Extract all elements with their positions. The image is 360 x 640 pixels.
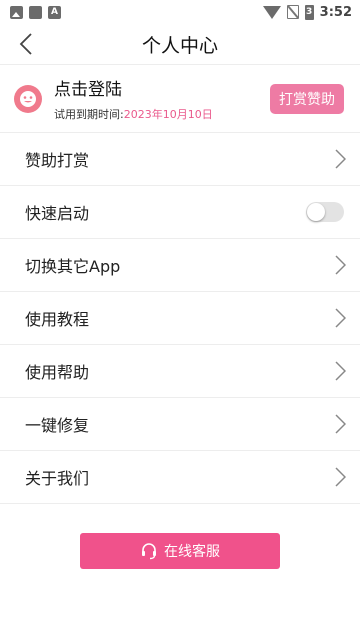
menu-list: 赞助打赏 快速启动 切换其它App 使用教程 使用帮助 一键修复 关于我们 (0, 133, 360, 504)
chevron-right-icon (335, 308, 346, 328)
trial-info: 试用到期时间:2023年10月10日 (54, 106, 270, 122)
menu-item-help[interactable]: 使用帮助 (0, 345, 360, 398)
profile-info: 点击登陆 试用到期时间:2023年10月10日 (54, 75, 270, 122)
back-button[interactable] (14, 32, 38, 56)
status-bar-left: A (10, 5, 61, 19)
avatar[interactable] (14, 84, 42, 113)
profile-section: 点击登陆 试用到期时间:2023年10月10日 打赏赞助 (0, 65, 360, 133)
trial-label: 试用到期时间: (54, 108, 124, 121)
status-bar: A 3 3:52 (0, 0, 360, 24)
chevron-right-icon (335, 149, 346, 169)
avatar-face-icon (20, 90, 36, 107)
chevron-right-icon (335, 255, 346, 275)
chevron-right-icon (335, 361, 346, 381)
reward-button[interactable]: 打赏赞助 (270, 83, 344, 114)
trial-date: 2023年10月10日 (123, 108, 213, 121)
toggle-knob (307, 203, 325, 221)
chevron-left-icon (19, 33, 32, 55)
menu-item-label: 一键修复 (25, 416, 90, 435)
menu-item-sponsor[interactable]: 赞助打赏 (0, 133, 360, 186)
no-sim-icon (286, 5, 299, 19)
status-bar-right: 3 3:52 (262, 4, 352, 20)
chevron-right-icon (335, 467, 346, 487)
a-icon: A (48, 5, 61, 19)
menu-item-label: 关于我们 (25, 469, 90, 488)
online-service-label: 在线客服 (164, 544, 220, 560)
menu-item-label: 使用帮助 (25, 363, 90, 382)
online-service-button[interactable]: 在线客服 (80, 533, 280, 569)
menu-item-repair[interactable]: 一键修复 (0, 398, 360, 451)
wifi-icon (262, 5, 281, 19)
image-icon (10, 5, 23, 19)
menu-item-tutorial[interactable]: 使用教程 (0, 292, 360, 345)
square-icon (29, 5, 42, 19)
menu-item-quick-start: 快速启动 (0, 186, 360, 239)
menu-item-label: 快速启动 (25, 204, 90, 223)
menu-item-label: 切换其它App (25, 257, 121, 276)
menu-item-about[interactable]: 关于我们 (0, 451, 360, 504)
quick-start-toggle[interactable] (306, 202, 344, 222)
title-bar: 个人中心 (0, 24, 360, 65)
battery-icon: 3 (304, 4, 314, 20)
menu-item-label: 使用教程 (25, 310, 90, 329)
menu-item-label: 赞助打赏 (25, 151, 90, 170)
chevron-right-icon (335, 414, 346, 434)
login-link[interactable]: 点击登陆 (54, 75, 270, 100)
menu-item-switch-app[interactable]: 切换其它App (0, 239, 360, 292)
status-time: 3:52 (319, 4, 352, 20)
headset-icon (142, 543, 156, 560)
page-title: 个人中心 (141, 34, 218, 57)
